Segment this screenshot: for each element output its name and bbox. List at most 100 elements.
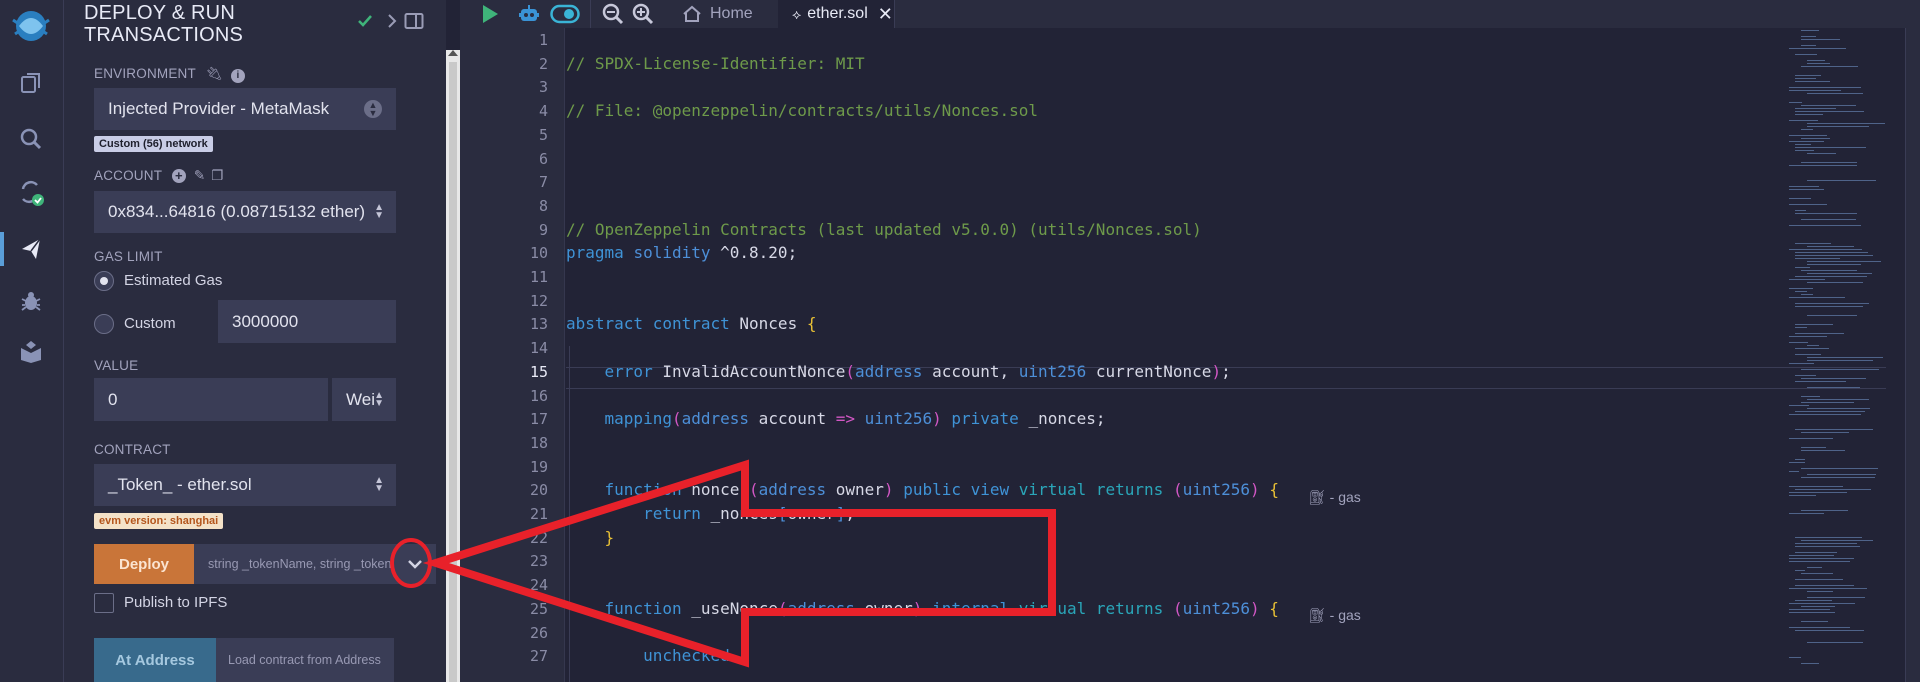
code-line[interactable]: } [566, 528, 615, 547]
value-input[interactable]: 0 [94, 378, 328, 421]
tab-home-label: Home [710, 5, 753, 22]
minimap-line [1795, 459, 1806, 460]
account-value: 0x834...64816 (0.08715132 ether) [108, 202, 366, 221]
panel-scrollbar[interactable] [446, 50, 460, 682]
scroll-thumb[interactable] [449, 62, 457, 682]
minimap-line [1795, 114, 1824, 115]
contract-select[interactable]: _Token_ - ether.sol ▲ ▼ [94, 464, 396, 506]
at-address-placeholder: Load contract from Address [228, 653, 381, 667]
tab-ether-sol[interactable]: ⟡ ether.sol ✕ [778, 0, 894, 28]
code-line[interactable]: // OpenZeppelin Contracts (last updated … [566, 220, 1202, 239]
editor-scrollbar[interactable] [1905, 28, 1920, 682]
minimap-line [1807, 597, 1866, 598]
minimap-line [1801, 138, 1830, 139]
minimap-line [1807, 408, 1870, 409]
select-arrows-icon: ▲ ▼ [374, 202, 384, 221]
chevron-right-icon[interactable] [384, 12, 400, 35]
minimap-line [1789, 612, 1836, 613]
minimap-line [1789, 165, 1858, 166]
minimap-line [1807, 153, 1836, 154]
line-number: 27 [529, 647, 548, 666]
line-number: 16 [529, 386, 548, 405]
search-icon[interactable] [14, 122, 48, 156]
zoom-out-icon[interactable] [602, 3, 624, 30]
publish-ipfs-checkbox[interactable] [94, 593, 114, 613]
minimap-line [1789, 513, 1824, 514]
minimap-line [1795, 210, 1806, 211]
ai-assistant-icon[interactable] [518, 3, 540, 30]
value-unit-select[interactable]: Wei ▲ ▼ [332, 378, 396, 421]
code-line[interactable]: return _nonces[owner]; [566, 504, 855, 523]
dock-panel-icon[interactable] [404, 12, 424, 35]
publish-ipfs-label: Publish to IPFS [124, 594, 228, 611]
account-select[interactable]: 0x834...64816 (0.08715132 ether) ▲ ▼ [94, 191, 396, 233]
estimated-gas-radio[interactable] [94, 271, 114, 291]
code-line[interactable]: pragma solidity ^0.8.20; [566, 243, 797, 262]
learneth-icon[interactable] [14, 334, 48, 368]
minimap-line [1789, 102, 1803, 103]
minimap-line [1807, 474, 1877, 475]
minimap-line [1795, 213, 1857, 214]
edit-icon[interactable]: ✎ [194, 168, 206, 183]
minimap-line [1807, 360, 1874, 361]
panel-title: DEPLOY & RUN TRANSACTIONS [84, 2, 243, 46]
copy-icon[interactable]: ❐ [211, 168, 223, 183]
add-account-icon[interactable]: + [171, 169, 186, 183]
plug-icon: 🔌︎ [205, 66, 224, 81]
minimap-line [1801, 270, 1857, 271]
minimap-line [1801, 606, 1836, 607]
run-icon[interactable] [480, 3, 500, 30]
code-line[interactable]: unchecked { [566, 646, 749, 665]
line-number: 11 [529, 268, 548, 286]
line-number: 17 [529, 410, 548, 429]
minimap-line [1789, 414, 1862, 415]
minimap-line [1801, 450, 1846, 451]
scroll-up-arrow-icon[interactable] [448, 50, 458, 56]
zoom-in-icon[interactable] [632, 3, 654, 30]
code-line[interactable]: // File: @openzeppelin/contracts/utils/N… [566, 101, 1038, 120]
line-number: 18 [529, 433, 548, 452]
minimap-line [1807, 246, 1854, 247]
at-address-input[interactable]: Load contract from Address [216, 638, 394, 682]
code-line[interactable]: function _useNonce(address owner) intern… [566, 599, 1279, 618]
deploy-button[interactable]: Deploy [94, 544, 194, 584]
code-line[interactable]: // SPDX-License-Identifier: MIT [566, 54, 865, 73]
custom-gas-input[interactable]: 3000000 [218, 300, 396, 343]
environment-select[interactable]: Injected Provider - MetaMask ▲ ▼ [94, 88, 396, 130]
minimap-line [1801, 663, 1820, 664]
code-minimap[interactable] [1785, 28, 1905, 682]
minimap-line [1807, 261, 1882, 262]
custom-gas-radio[interactable] [94, 314, 114, 334]
code-line[interactable]: abstract contract Nonces { [566, 314, 816, 333]
minimap-line [1801, 573, 1834, 574]
evm-version-badge: evm version: shanghai [94, 513, 224, 529]
at-address-button[interactable]: At Address [94, 638, 216, 682]
deploy-params-input[interactable]: string _tokenName, string _tokenSymbol, … [194, 544, 394, 584]
compiler-icon[interactable] [14, 176, 48, 210]
value-label: VALUE [94, 358, 139, 373]
icon-rail [0, 0, 64, 682]
minimap-line [1789, 135, 1827, 136]
minimap-line [1795, 630, 1864, 631]
deploy-expand-button[interactable] [394, 544, 436, 584]
code-line[interactable]: mapping(address account => uint256) priv… [566, 409, 1106, 428]
minimap-line [1795, 111, 1864, 112]
toggle-icon[interactable] [550, 4, 580, 29]
remix-logo-icon[interactable] [8, 6, 54, 46]
code-line[interactable]: error InvalidAccountNonce(address accoun… [566, 362, 1231, 381]
minimap-line [1795, 381, 1846, 382]
tab-home[interactable]: Home [670, 0, 788, 28]
minimap-line [1789, 657, 1801, 658]
deploy-icon[interactable] [14, 232, 48, 266]
info-icon[interactable]: i [230, 69, 245, 83]
minimap-line [1789, 363, 1814, 364]
close-tab-icon[interactable]: ✕ [878, 4, 893, 25]
minimap-line [1789, 279, 1825, 280]
file-explorer-icon[interactable] [14, 66, 48, 100]
minimap-line [1801, 30, 1820, 31]
code-editor[interactable]: 1 2 3 4 5 6 7 8 9 10 11 12 13 14 15 16 17 18 19 20 21 22 23 24 2… [460, 28, 1920, 682]
debugger-icon[interactable] [14, 284, 48, 318]
minimap-line [1795, 324, 1834, 325]
minimap-line [1807, 345, 1820, 346]
code-line[interactable]: function nonces(address owner) public vi… [566, 480, 1279, 499]
